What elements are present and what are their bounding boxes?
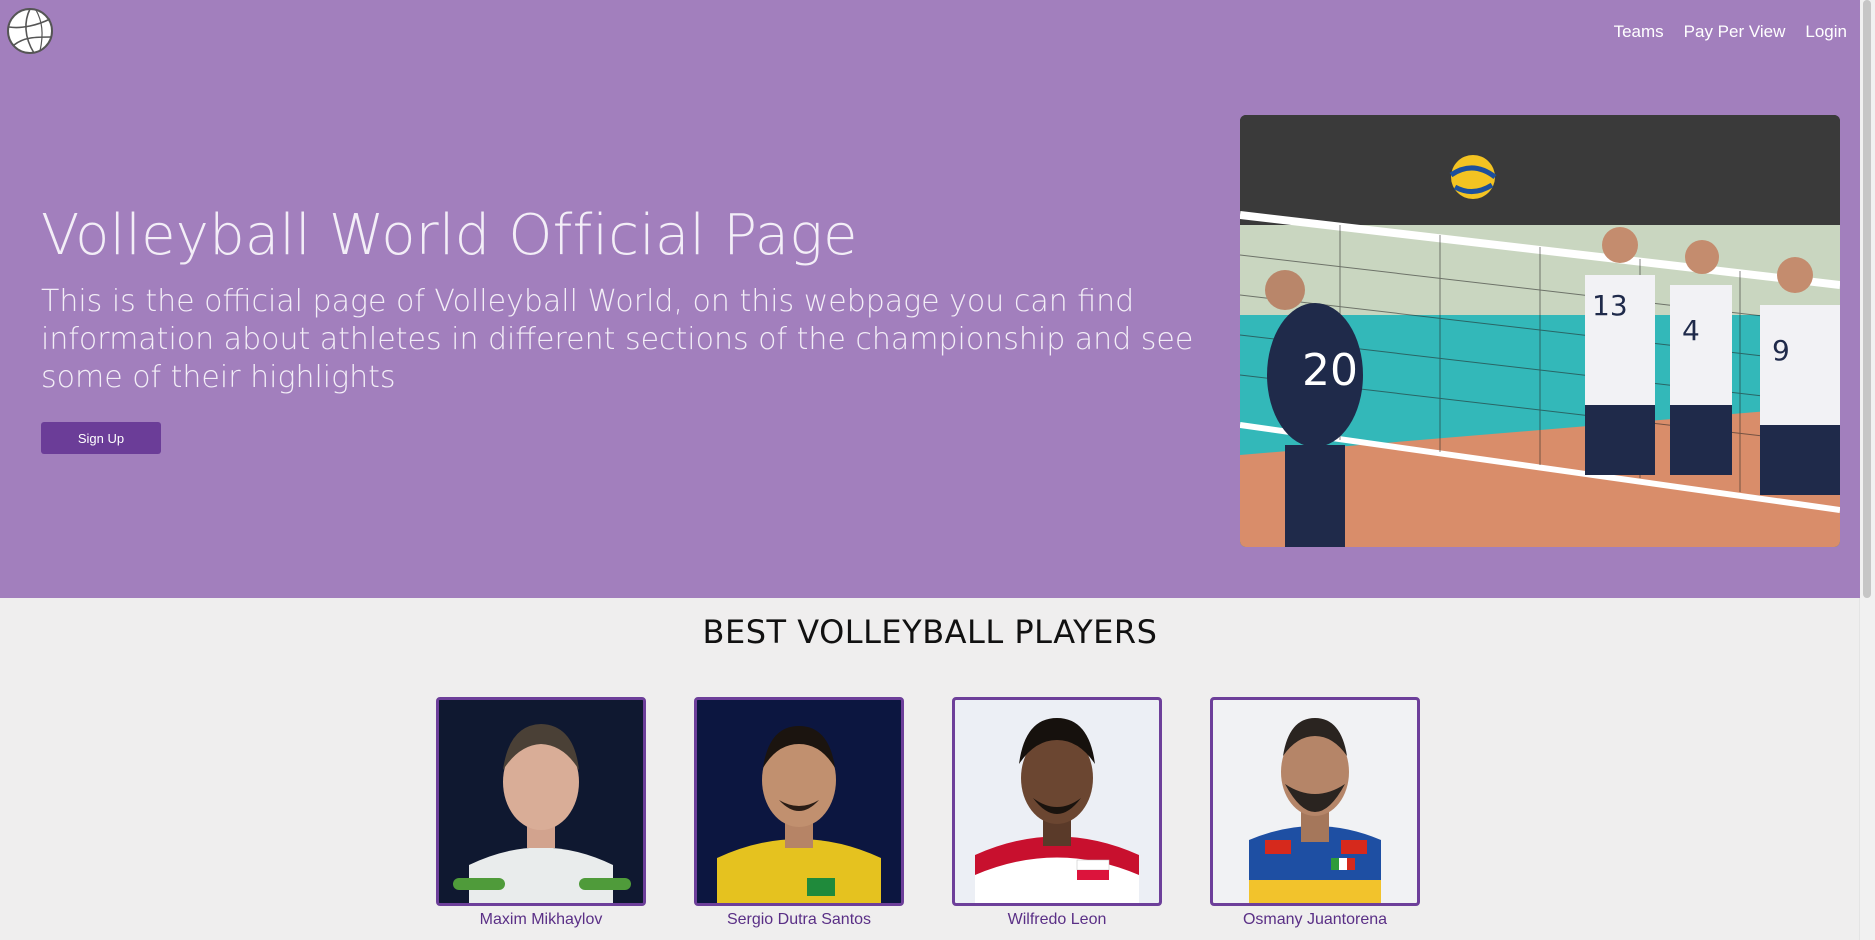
hero-section: Teams Pay Per View Login Volleyball Worl… bbox=[0, 0, 1860, 598]
player-name[interactable]: Osmany Juantorena bbox=[1210, 911, 1420, 929]
player-photo[interactable] bbox=[952, 697, 1162, 906]
svg-text:4: 4 bbox=[1682, 314, 1700, 347]
volleyball-logo-icon[interactable] bbox=[6, 7, 54, 55]
player-name[interactable]: Maxim Mikhaylov bbox=[436, 911, 646, 929]
hero-volleyball-photo: 20 13 4 9 bbox=[1240, 115, 1840, 547]
scrollbar[interactable] bbox=[1859, 0, 1875, 940]
player-name[interactable]: Sergio Dutra Santos bbox=[694, 911, 904, 929]
player-photo[interactable] bbox=[1210, 697, 1420, 906]
players-section-title: BEST VOLLEYBALL PLAYERS bbox=[702, 613, 1158, 651]
svg-text:20: 20 bbox=[1302, 345, 1358, 396]
scrollbar-thumb[interactable] bbox=[1863, 0, 1871, 598]
player-card[interactable]: Osmany Juantorena bbox=[1210, 697, 1420, 929]
player-card[interactable]: Sergio Dutra Santos bbox=[694, 697, 904, 929]
sign-up-button[interactable]: Sign Up bbox=[41, 422, 161, 454]
page-title: Volleyball World Official Page bbox=[41, 203, 858, 268]
nav-pay-per-view-link[interactable]: Pay Per View bbox=[1684, 22, 1786, 42]
hero-description: This is the official page of Volleyball … bbox=[41, 284, 1194, 395]
svg-text:13: 13 bbox=[1592, 289, 1628, 322]
svg-text:9: 9 bbox=[1772, 334, 1790, 367]
player-photo[interactable] bbox=[694, 697, 904, 906]
player-card[interactable]: Maxim Mikhaylov bbox=[436, 697, 646, 929]
player-card[interactable]: Wilfredo Leon bbox=[952, 697, 1162, 929]
top-nav: Teams Pay Per View Login bbox=[1614, 22, 1847, 42]
nav-login-link[interactable]: Login bbox=[1805, 22, 1847, 42]
nav-teams-link[interactable]: Teams bbox=[1614, 22, 1664, 42]
player-photo[interactable] bbox=[436, 697, 646, 906]
player-name[interactable]: Wilfredo Leon bbox=[952, 911, 1162, 929]
